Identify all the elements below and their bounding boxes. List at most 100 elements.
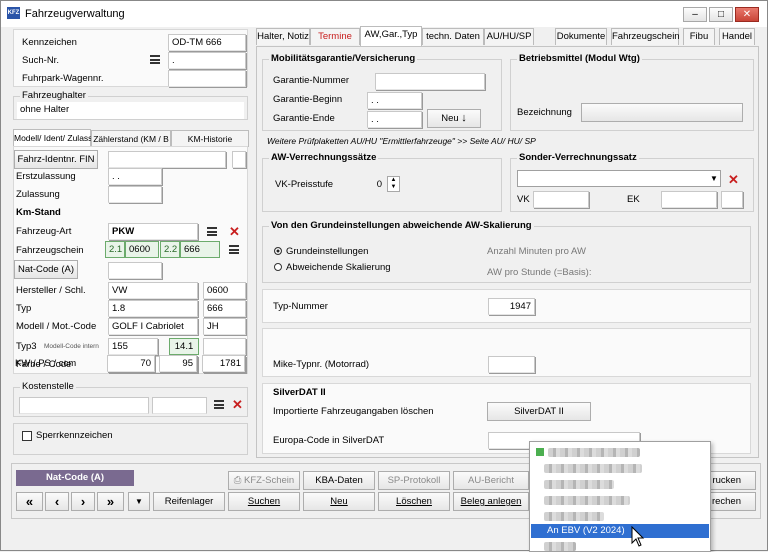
vk-preis-spinner[interactable]: ▲ ▼ xyxy=(387,176,400,192)
first-record-button[interactable]: « xyxy=(16,492,43,511)
sperr-checkbox[interactable] xyxy=(22,431,32,441)
reifenlager-button[interactable]: Reifenlager xyxy=(153,492,225,511)
sonder-extra-input[interactable] xyxy=(721,191,743,208)
vk-input[interactable] xyxy=(533,191,589,208)
list-icon[interactable] xyxy=(214,400,224,409)
menu-item-5[interactable] xyxy=(544,512,604,521)
kw-input[interactable]: 70 xyxy=(107,355,155,372)
minimize-button[interactable]: – xyxy=(683,7,707,22)
close-button[interactable]: ✕ xyxy=(735,7,759,22)
list-icon[interactable] xyxy=(150,55,160,64)
silverdat-button[interactable]: SilverDAT II xyxy=(487,402,591,421)
fin-button[interactable]: Fahrz-Identnr. FIN xyxy=(14,150,98,169)
garantie-ende-input[interactable]: . . xyxy=(367,111,422,128)
fuhrpark-label: Fuhrpark-Wagennr. xyxy=(22,73,104,84)
vk-preis-input[interactable]: 0 xyxy=(365,177,385,194)
erstzulassung-input[interactable]: . . xyxy=(108,168,162,185)
garantie-nr-label: Garantie-Nummer xyxy=(273,75,350,86)
garantie-beginn-input[interactable]: . . xyxy=(367,92,422,109)
modell-input[interactable]: GOLF I Cabriolet xyxy=(108,318,198,335)
neu-garantie-button[interactable]: Neu ↓ xyxy=(427,109,481,128)
tab-km-historie[interactable]: KM-Historie xyxy=(171,130,249,147)
typ3-input[interactable]: 155 xyxy=(108,338,158,355)
menu-item-selected[interactable]: An EBV (V2 2024) xyxy=(531,524,709,538)
ps-input[interactable]: 95 xyxy=(159,355,197,372)
hersteller-code-input[interactable]: 0600 xyxy=(203,282,246,299)
halter-value[interactable]: ohne Halter xyxy=(17,102,244,119)
radio-grundeinstellungen[interactable] xyxy=(274,247,282,255)
kennzeichen-input[interactable]: OD-TM 666 xyxy=(168,34,246,51)
fin-extra-input[interactable] xyxy=(232,151,246,168)
delete-icon[interactable]: ✕ xyxy=(229,225,240,238)
natcode-button[interactable]: Nat-Code (A) xyxy=(14,260,78,279)
loeschen-button[interactable]: Löschen xyxy=(378,492,450,511)
typnr-input[interactable]: 1947 xyxy=(488,298,535,315)
app-icon: KFZ xyxy=(7,7,20,19)
modell-code-input[interactable]: JH xyxy=(203,318,246,335)
fs-b2-input[interactable]: 666 xyxy=(180,241,220,258)
kostenstelle-input[interactable] xyxy=(19,397,149,414)
last-record-button[interactable]: » xyxy=(97,492,124,511)
dropdown-arrow-button[interactable]: ▼ xyxy=(128,492,150,511)
kennzeichen-label: Kennzeichen xyxy=(22,37,77,48)
typ-input[interactable]: 1.8 xyxy=(108,300,198,317)
list-icon[interactable] xyxy=(229,245,239,254)
kfz-schein-button[interactable]: ⎙ KFZ-Schein xyxy=(228,471,300,490)
chevron-down-icon[interactable]: ▼ xyxy=(708,171,720,186)
au-bericht-button[interactable]: AU-Bericht xyxy=(453,471,529,490)
suchnr-input[interactable]: . xyxy=(168,52,246,69)
next-record-button[interactable]: › xyxy=(71,492,95,511)
menu-item-1[interactable] xyxy=(548,448,640,457)
radio-abweichende[interactable] xyxy=(274,263,282,271)
mobil-group: Mobilitätsgarantie/Versicherung Garantie… xyxy=(262,53,502,131)
tab-techn-daten[interactable]: techn. Daten xyxy=(422,28,484,45)
modell-panel: Fahrz-Identnr. FIN Erstzulassung . . Zul… xyxy=(13,146,248,374)
typ3-code[interactable]: 14.1 xyxy=(169,338,199,355)
typ-code-input[interactable]: 666 xyxy=(203,300,246,317)
tab-aw-gar-typ[interactable]: AW,Gar.,Typ xyxy=(360,26,422,46)
tab-handel[interactable]: Handel xyxy=(719,28,755,45)
mike-input[interactable] xyxy=(488,356,535,373)
tab-modell[interactable]: Modell/ Ident/ Zulass xyxy=(13,129,92,146)
beleg-button[interactable]: Beleg anlegen xyxy=(453,492,529,511)
ccm-input[interactable]: 1781 xyxy=(202,355,245,372)
delete-icon[interactable]: ✕ xyxy=(232,398,243,411)
halter-group: Fahrzeughalter ohne Halter xyxy=(13,90,248,120)
fin-input[interactable] xyxy=(108,151,226,168)
bezeichnung-field[interactable] xyxy=(581,103,743,122)
menu-item-3[interactable] xyxy=(544,480,614,489)
kba-button[interactable]: KBA-Daten xyxy=(303,471,375,490)
garantie-nr-input[interactable] xyxy=(375,73,485,90)
neu-button[interactable]: Neu xyxy=(303,492,375,511)
maximize-button[interactable]: □ xyxy=(709,7,733,22)
menu-item-4[interactable] xyxy=(544,496,630,505)
list-icon[interactable] xyxy=(207,227,217,236)
fuhrpark-input[interactable] xyxy=(168,70,246,87)
tab-fahrzeugschein[interactable]: Fahrzeugschein xyxy=(611,28,680,45)
sp-protokoll-button[interactable]: SP-Protokoll xyxy=(378,471,450,490)
delete-icon[interactable]: ✕ xyxy=(728,173,739,186)
menu-item-7[interactable] xyxy=(544,542,576,551)
natcode-input[interactable] xyxy=(108,262,162,279)
prev-record-button[interactable]: ‹ xyxy=(45,492,69,511)
hersteller-input[interactable]: VW xyxy=(108,282,198,299)
fahrzeugschein-label: Fahrzeugschein xyxy=(16,245,84,256)
kostenstelle-code-input[interactable] xyxy=(152,397,207,414)
ek-input[interactable] xyxy=(661,191,717,208)
tab-dokumente[interactable]: Dokumente xyxy=(555,28,607,45)
kennzeichen-panel: Kennzeichen OD-TM 666 Such-Nr. . Fuhrpar… xyxy=(13,29,248,87)
zulassung-input[interactable] xyxy=(108,186,162,203)
tab-termine[interactable]: Termine xyxy=(310,28,360,45)
zulassung-label: Zulassung xyxy=(16,189,60,200)
tab-halter-notiz[interactable]: Halter, Notiz xyxy=(256,28,310,45)
tab-fibu[interactable]: Fibu xyxy=(683,28,715,45)
sonder-select[interactable] xyxy=(517,170,721,187)
suchen-button[interactable]: Suchen xyxy=(228,492,300,511)
bezeichnung-label: Bezeichnung xyxy=(517,107,572,118)
typ3-extra-input[interactable] xyxy=(203,338,246,355)
tab-au-hu-sp[interactable]: AU/HU/SP xyxy=(484,28,534,45)
menu-item-2[interactable] xyxy=(544,464,642,473)
fs-a2-input[interactable]: 0600 xyxy=(125,241,159,258)
tab-zaehlerstand[interactable]: Zählerstand (KM / B xyxy=(91,130,171,147)
fahrzeugart-input[interactable]: PKW xyxy=(108,223,198,240)
